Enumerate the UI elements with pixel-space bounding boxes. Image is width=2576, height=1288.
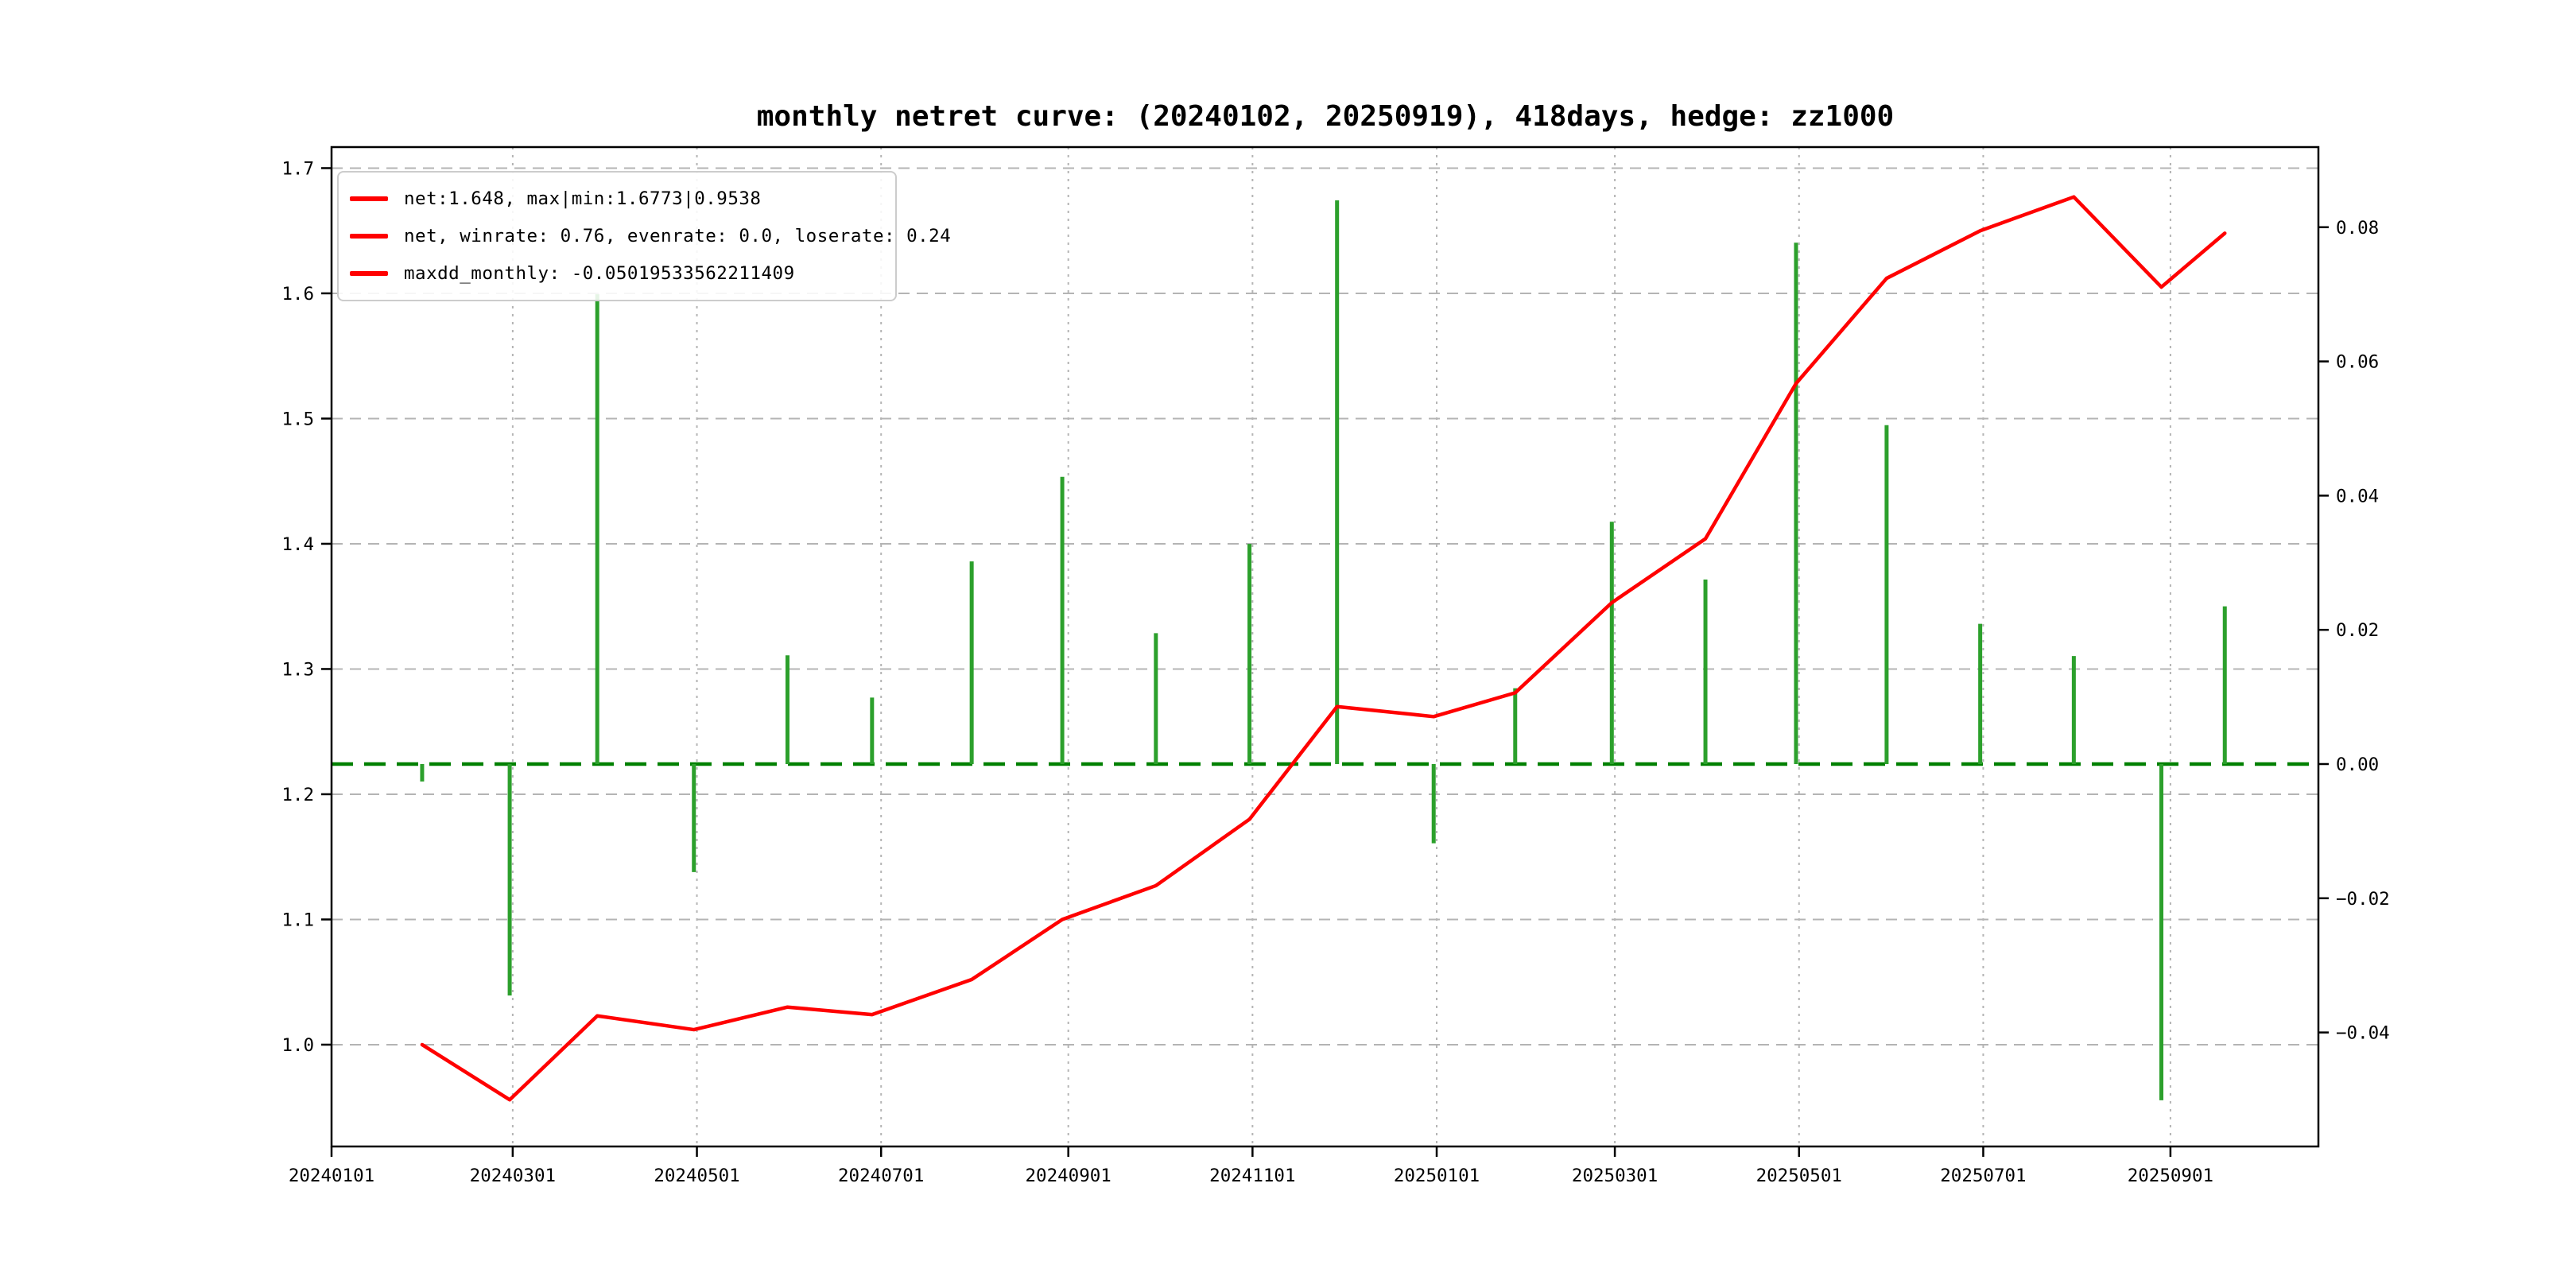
y-right-tick-label: −0.02 xyxy=(2336,889,2390,910)
y-right-tick-label: 0.00 xyxy=(2336,755,2379,775)
x-tick-label: 20240301 xyxy=(470,1166,556,1186)
y-left-tick-label: 1.5 xyxy=(281,409,314,429)
legend-item-net: net:1.648, max|min:1.6773|0.9538 xyxy=(350,188,887,209)
x-tick-label: 20240101 xyxy=(289,1166,374,1186)
x-tick-label: 20240501 xyxy=(654,1166,739,1186)
x-tick-label: 20240901 xyxy=(1025,1166,1111,1186)
legend-line-swatch-red xyxy=(350,234,388,239)
figure: monthly netret curve: (20240102, 2025091… xyxy=(0,0,2576,1288)
x-tick-label: 20250301 xyxy=(1572,1166,1658,1186)
legend-item-label: net:1.648, max|min:1.6773|0.9538 xyxy=(404,188,761,209)
x-tick-label: 20240701 xyxy=(838,1166,924,1186)
y-left-tick-label: 1.4 xyxy=(281,534,314,555)
y-right-tick-label: 0.04 xyxy=(2336,486,2379,506)
x-tick-label: 20250101 xyxy=(1394,1166,1480,1186)
x-tick-label: 20250701 xyxy=(1940,1166,2026,1186)
legend-line-swatch-red xyxy=(350,196,388,201)
legend-line-swatch-red xyxy=(350,271,388,276)
legend-box: net:1.648, max|min:1.6773|0.9538 net, wi… xyxy=(337,171,897,301)
legend-item-maxdd: maxdd_monthly: -0.05019533562211409 xyxy=(350,263,887,284)
y-left-tick-label: 1.2 xyxy=(281,785,314,805)
net-curve xyxy=(422,197,2225,1100)
y-left-tick-label: 1.0 xyxy=(281,1035,314,1056)
legend-item-label: maxdd_monthly: -0.05019533562211409 xyxy=(404,263,795,284)
y-right-tick-label: 0.08 xyxy=(2336,218,2379,239)
y-left-tick-label: 1.1 xyxy=(281,910,314,930)
legend-item-label: net, winrate: 0.76, evenrate: 0.0, loser… xyxy=(404,226,951,246)
y-left-tick-label: 1.6 xyxy=(281,284,314,305)
legend-item-winrate: net, winrate: 0.76, evenrate: 0.0, loser… xyxy=(350,226,887,246)
y-left-tick-label: 1.7 xyxy=(281,158,314,179)
x-tick-label: 20250901 xyxy=(2128,1166,2213,1186)
y-right-tick-label: 0.06 xyxy=(2336,352,2379,373)
y-right-tick-label: −0.04 xyxy=(2336,1023,2390,1044)
y-left-tick-label: 1.3 xyxy=(281,659,314,680)
x-tick-label: 20241101 xyxy=(1209,1166,1295,1186)
y-right-tick-label: 0.02 xyxy=(2336,620,2379,641)
x-tick-label: 20250501 xyxy=(1756,1166,1842,1186)
